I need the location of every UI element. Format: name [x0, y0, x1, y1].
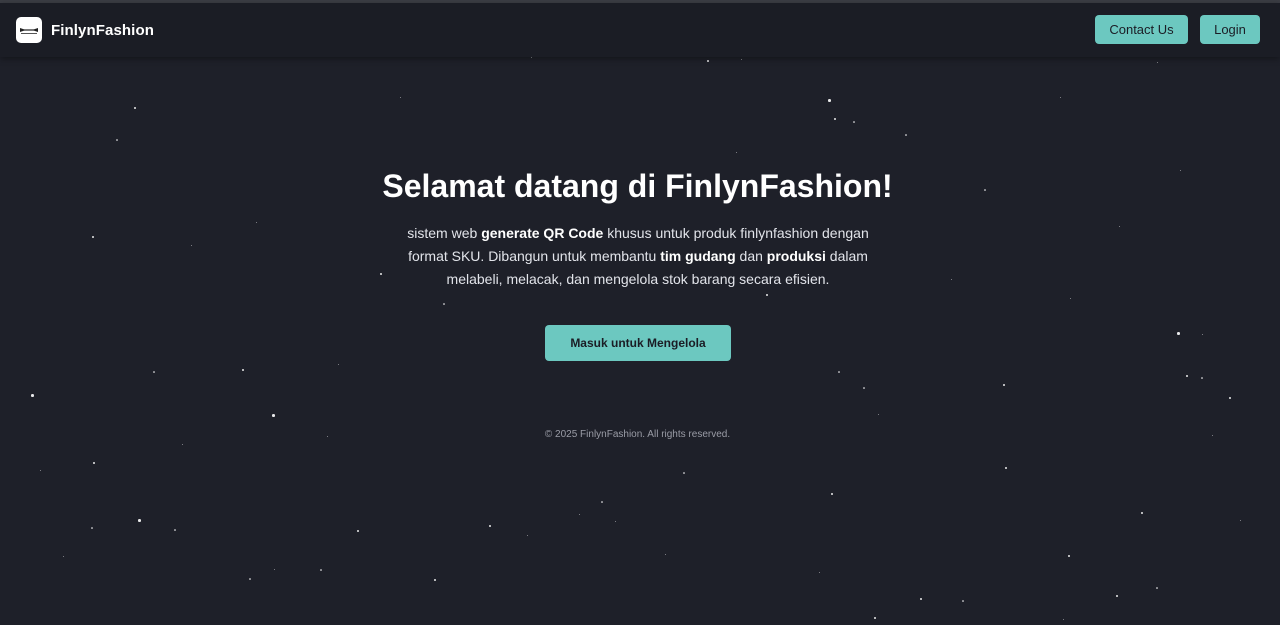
star-dot	[443, 303, 445, 305]
star-dot	[1119, 226, 1120, 227]
star-dot	[736, 152, 737, 153]
star-dot	[256, 222, 257, 223]
star-dot	[1063, 619, 1064, 620]
hero-desc-text-1: sistem web	[407, 225, 482, 241]
star-dot	[380, 273, 382, 275]
star-dot	[1068, 555, 1070, 557]
starfield-background	[0, 0, 1280, 625]
star-dot	[31, 394, 34, 397]
star-dot	[191, 245, 192, 246]
star-dot	[91, 527, 93, 529]
star-dot	[905, 134, 907, 136]
star-dot	[878, 414, 879, 415]
star-dot	[1060, 97, 1061, 98]
star-dot	[92, 236, 94, 238]
star-dot	[838, 371, 840, 373]
hero-title: Selamat datang di FinlynFashion!	[382, 168, 893, 204]
hero-desc-bold-3: produksi	[766, 248, 826, 264]
star-dot	[63, 556, 64, 557]
manage-login-button[interactable]: Masuk untuk Mengelola	[545, 325, 731, 361]
star-dot	[531, 57, 532, 58]
star-dot	[242, 369, 244, 371]
star-dot	[707, 60, 709, 62]
star-dot	[274, 569, 275, 570]
star-dot	[831, 493, 833, 495]
star-dot	[874, 617, 876, 619]
page: FinlynFashion Contact Us Login Selamat d…	[0, 0, 1280, 625]
star-dot	[153, 371, 155, 373]
star-dot	[863, 387, 865, 389]
star-dot	[1003, 384, 1005, 386]
star-dot	[1157, 62, 1158, 63]
brand-logo-glyph	[20, 28, 38, 34]
star-dot	[400, 97, 401, 98]
star-dot	[1186, 375, 1188, 377]
star-dot	[93, 462, 95, 464]
star-dot	[1240, 520, 1241, 521]
star-dot	[665, 554, 666, 555]
brand-name: FinlynFashion	[51, 21, 154, 39]
star-dot	[853, 121, 855, 123]
star-dot	[138, 519, 141, 522]
star-dot	[1070, 298, 1071, 299]
hero-desc-text-3: dan	[735, 248, 767, 264]
star-dot	[1177, 332, 1180, 335]
star-dot	[601, 501, 603, 503]
login-button[interactable]: Login	[1200, 15, 1260, 44]
star-dot	[434, 579, 436, 581]
star-dot	[320, 569, 322, 571]
hero-desc-bold-1: generate QR Code	[481, 225, 604, 241]
hero-desc-bold-2: tim gudang	[660, 248, 736, 264]
brand-logo-icon	[16, 17, 42, 43]
star-dot	[249, 578, 251, 580]
star-dot	[1201, 377, 1203, 379]
star-dot	[951, 279, 952, 280]
star-dot	[1156, 587, 1158, 589]
star-dot	[962, 600, 964, 602]
star-dot	[920, 598, 922, 600]
star-dot	[527, 535, 528, 536]
navbar: FinlynFashion Contact Us Login	[0, 3, 1280, 57]
contact-us-button[interactable]: Contact Us	[1095, 15, 1188, 44]
star-dot	[40, 470, 41, 471]
star-dot	[134, 107, 136, 109]
star-dot	[741, 59, 742, 60]
star-dot	[834, 118, 836, 120]
star-dot	[1005, 467, 1007, 469]
star-dot	[579, 514, 580, 515]
star-dot	[182, 444, 183, 445]
star-dot	[1229, 397, 1231, 399]
star-dot	[357, 530, 359, 532]
star-dot	[489, 525, 491, 527]
star-dot	[766, 294, 768, 296]
star-dot	[1116, 595, 1118, 597]
star-dot	[116, 139, 118, 141]
footer-copyright: © 2025 FinlynFashion. All rights reserve…	[544, 429, 731, 440]
brand[interactable]: FinlynFashion	[16, 16, 154, 44]
star-dot	[828, 99, 831, 102]
star-dot	[819, 572, 820, 573]
star-dot	[1202, 334, 1203, 335]
star-dot	[1141, 512, 1143, 514]
star-dot	[615, 521, 616, 522]
star-dot	[272, 414, 275, 417]
star-dot	[174, 529, 176, 531]
star-dot	[338, 364, 339, 365]
hero-description: sistem web generate QR Code khusus untuk…	[388, 222, 888, 291]
star-dot	[683, 472, 685, 474]
